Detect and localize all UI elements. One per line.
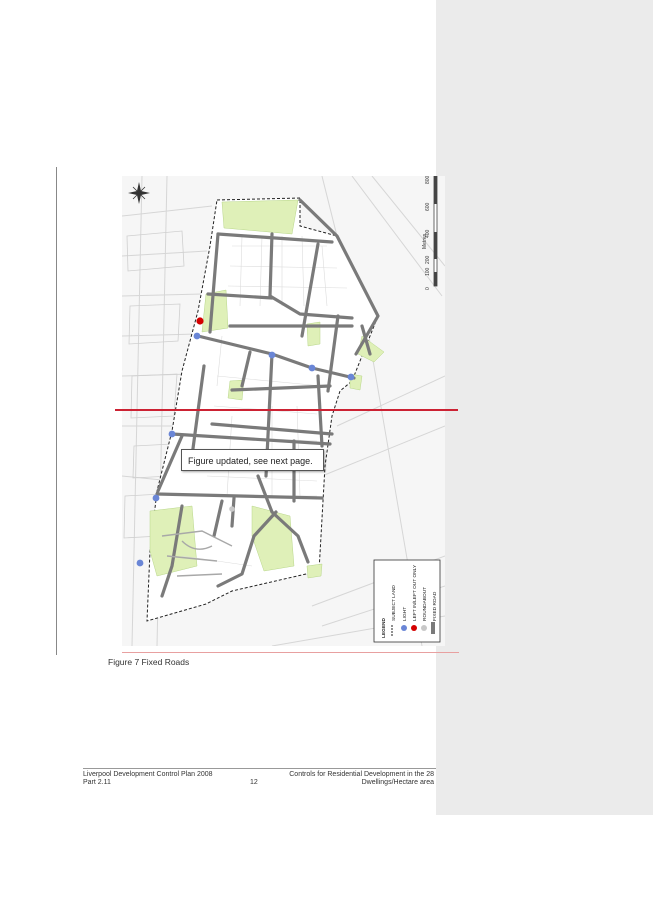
legend-subject-land: SUBJECT LAND xyxy=(391,585,397,621)
footer-left: Liverpool Development Control Plan 2008 … xyxy=(83,771,213,787)
scale-tick-800: 800 xyxy=(425,176,431,184)
scale-tick-100: 100 xyxy=(425,267,431,276)
map-graphic: Metres 0 100 200 400 600 800 LEGEND SUBJ… xyxy=(122,176,445,646)
legend-roundabout: ROUNDABOUT xyxy=(422,587,428,621)
scale-tick-200: 200 xyxy=(425,255,431,264)
footer-section-subtitle: Dwellings/Hectare area xyxy=(361,779,434,786)
revision-callout: Figure updated, see next page. xyxy=(181,449,324,471)
fixed-roads-map: Metres 0 100 200 400 600 800 LEGEND SUBJ… xyxy=(122,176,445,646)
legend-title: LEGEND xyxy=(381,617,387,638)
footer-page-number: 12 xyxy=(250,779,258,786)
scale-tick-labels: 0 100 200 400 600 800 xyxy=(425,176,431,290)
comment-margin-pane xyxy=(436,0,653,815)
legend-fixed-road: FIXED ROAD xyxy=(432,591,438,621)
footer-right: Controls for Residential Development in … xyxy=(284,771,434,787)
scale-bar xyxy=(433,176,438,287)
comment-margin-area xyxy=(448,0,653,815)
footer-section-title: Controls for Residential Development in … xyxy=(289,771,434,778)
footer-document-title: Liverpool Development Control Plan 2008 xyxy=(83,771,213,778)
footer-part: Part 2.11 xyxy=(83,779,111,786)
figure-caption: Figure 7 Fixed Roads xyxy=(108,657,190,667)
legend-light: LIGHT xyxy=(402,607,408,621)
scale-tick-600: 600 xyxy=(425,202,431,211)
change-bar xyxy=(56,167,57,655)
section-divider xyxy=(122,652,459,653)
scale-tick-0: 0 xyxy=(425,287,431,290)
legend-left-in-left-out: LEFT IN/LEFT OUT ONLY xyxy=(412,564,418,621)
scale-tick-400: 400 xyxy=(425,229,431,238)
footer-divider xyxy=(83,768,436,769)
left-in-left-out-marker xyxy=(196,317,204,325)
north-arrow-icon xyxy=(128,182,150,204)
revision-strike-line xyxy=(115,409,458,411)
roundabout-marker xyxy=(229,506,235,512)
map-legend: LEGEND SUBJECT LAND LIGHT LEFT IN/LEFT O… xyxy=(373,559,441,643)
